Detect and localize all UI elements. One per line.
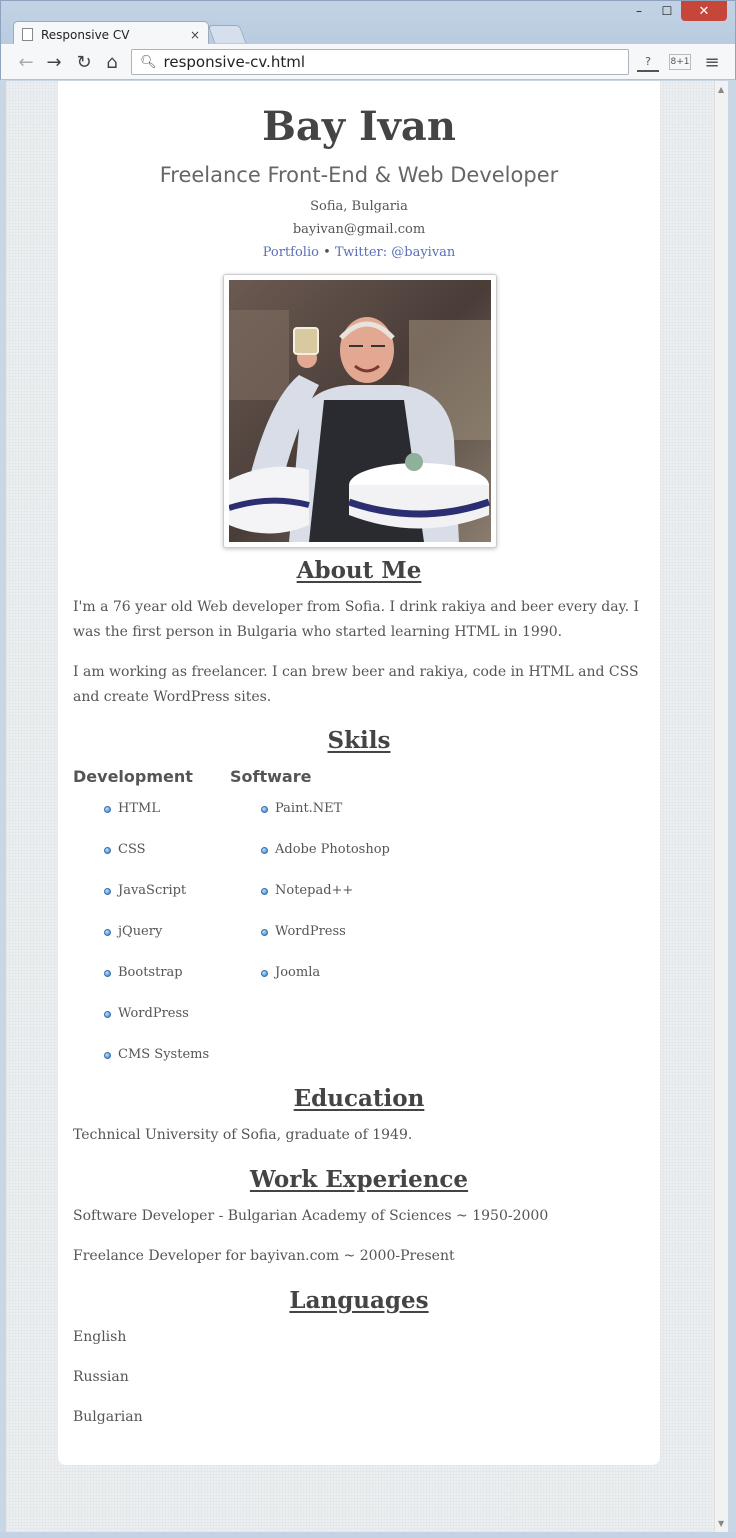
bullet-icon (261, 929, 268, 936)
cv-role: Freelance Front-End & Web Developer (159, 163, 559, 187)
list-item: jQuery (104, 924, 209, 965)
software-list: Paint.NET Adobe Photoshop Notepad++ Word… (261, 801, 390, 1006)
bullet-icon (261, 847, 268, 854)
bullet-icon (261, 970, 268, 977)
list-item: Adobe Photoshop (261, 842, 390, 883)
about-heading: About Me (296, 557, 422, 584)
bullet-icon (261, 888, 268, 895)
window-controls: – ☐ ✕ (625, 1, 727, 23)
skill-label: Joomla (275, 965, 321, 980)
language-item: Bulgarian (73, 1409, 143, 1425)
maximize-button[interactable]: ☐ (653, 1, 681, 21)
software-heading: Software (230, 767, 312, 786)
tab-title: Responsive CV (41, 27, 130, 42)
list-item: HTML (104, 801, 209, 842)
forward-icon[interactable]: → (41, 50, 67, 74)
menu-icon[interactable]: ≡ (701, 52, 723, 73)
page-icon (22, 28, 33, 41)
language-item: English (73, 1329, 127, 1345)
browser-toolbar: ← → ↻ ⌂ 🔍︎ responsive-cv.html ? 8+1 ≡ (0, 44, 736, 80)
google-plus-icon[interactable]: 8+1 (669, 54, 691, 70)
development-heading: Development (73, 767, 193, 786)
list-item: JavaScript (104, 883, 209, 924)
about-paragraph-1: I'm a 76 year old Web developer from Sof… (73, 599, 640, 640)
portfolio-link[interactable]: Portfolio (263, 245, 319, 260)
list-item: Notepad++ (261, 883, 390, 924)
work-item-2: Freelance Developer for bayivan.com ~ 20… (73, 1248, 455, 1264)
list-item: Joomla (261, 965, 390, 1006)
skill-label: Notepad++ (275, 883, 354, 898)
skill-label: Paint.NET (275, 801, 343, 816)
list-item: WordPress (104, 1006, 209, 1047)
vertical-scrollbar[interactable]: ▲ ▼ (714, 81, 728, 1532)
skill-label: jQuery (118, 924, 163, 939)
bullet-icon (104, 1011, 111, 1018)
skill-label: WordPress (118, 1006, 189, 1021)
bullet-icon (104, 1052, 111, 1059)
twitter-link[interactable]: Twitter: @bayivan (335, 245, 455, 260)
cv-links: Portfolio • Twitter: @bayivan (58, 245, 660, 260)
skills-heading: Skils (327, 727, 391, 754)
skill-label: CMS Systems (118, 1047, 210, 1062)
url-text: responsive-cv.html (163, 53, 305, 71)
list-item: WordPress (261, 924, 390, 965)
bullet-icon (104, 970, 111, 977)
development-list: HTML CSS JavaScript jQuery Bootstrap Wor… (104, 801, 209, 1088)
address-bar[interactable]: 🔍︎ responsive-cv.html (131, 49, 629, 75)
profile-photo (223, 274, 497, 548)
bullet-icon (104, 888, 111, 895)
new-tab-button[interactable] (207, 25, 247, 43)
reload-icon[interactable]: ↻ (71, 50, 97, 74)
education-text: Technical University of Sofia, graduate … (73, 1127, 413, 1143)
link-separator: • (323, 245, 331, 260)
window-titlebar: – ☐ ✕ Responsive CV × (0, 0, 736, 47)
back-icon[interactable]: ← (13, 50, 39, 74)
bullet-icon (104, 806, 111, 813)
bullet-icon (261, 806, 268, 813)
skill-label: JavaScript (118, 883, 187, 898)
minimize-button[interactable]: – (625, 1, 653, 21)
skill-label: WordPress (275, 924, 346, 939)
scroll-up-icon[interactable]: ▲ (718, 85, 724, 94)
list-item: Bootstrap (104, 965, 209, 1006)
cv-card: Bay Ivan Freelance Front-End & Web Devel… (58, 81, 660, 1465)
cv-email: bayivan@gmail.com (292, 222, 426, 237)
home-icon[interactable]: ⌂ (99, 50, 125, 74)
list-item: CSS (104, 842, 209, 883)
window-frame-bottom (0, 1532, 736, 1538)
about-paragraph-2: I am working as freelancer. I can brew b… (73, 664, 639, 705)
bullet-icon (104, 847, 111, 854)
extension-icon[interactable]: ? (637, 52, 659, 72)
bullet-icon (104, 929, 111, 936)
skill-label: Bootstrap (118, 965, 183, 980)
work-heading: Work Experience (249, 1166, 469, 1193)
work-item-1: Software Developer - Bulgarian Academy o… (73, 1208, 549, 1224)
list-item: Paint.NET (261, 801, 390, 842)
skill-label: CSS (118, 842, 146, 857)
language-item: Russian (73, 1369, 129, 1385)
education-heading: Education (293, 1085, 425, 1112)
skill-label: Adobe Photoshop (275, 842, 390, 857)
cv-location: Sofia, Bulgaria (310, 199, 408, 214)
languages-heading: Languages (289, 1287, 429, 1314)
profile-photo-image (229, 280, 491, 542)
close-window-button[interactable]: ✕ (681, 1, 727, 21)
tab-close-button[interactable]: × (190, 28, 200, 42)
skill-label: HTML (118, 801, 160, 816)
page-viewport: Bay Ivan Freelance Front-End & Web Devel… (6, 81, 728, 1532)
scroll-down-icon[interactable]: ▼ (718, 1519, 724, 1528)
list-item: CMS Systems (104, 1047, 209, 1088)
cv-name: Bay Ivan (262, 103, 456, 150)
search-icon: 🔍︎ (140, 54, 157, 70)
